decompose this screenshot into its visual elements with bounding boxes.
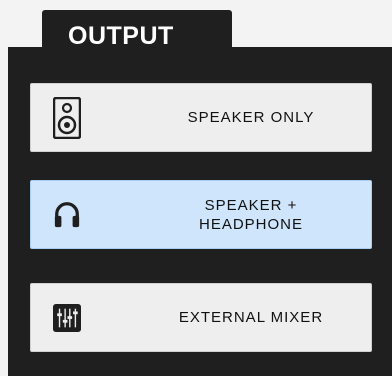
headphone-icon — [53, 194, 81, 236]
speaker-icon — [53, 96, 81, 139]
speaker-only-label: SPEAKER ONLY — [187, 109, 315, 126]
speaker-only-option[interactable]: SPEAKER ONLY — [30, 83, 372, 152]
speaker-headphone-label: SPEAKER + HEADPHONE — [198, 196, 304, 233]
mixer-icon — [53, 297, 81, 339]
external-mixer-label: EXTERNAL MIXER — [178, 309, 324, 326]
external-mixer-option[interactable]: EXTERNAL MIXER — [30, 283, 372, 352]
speaker-headphone-option[interactable]: SPEAKER + HEADPHONE — [30, 180, 372, 249]
